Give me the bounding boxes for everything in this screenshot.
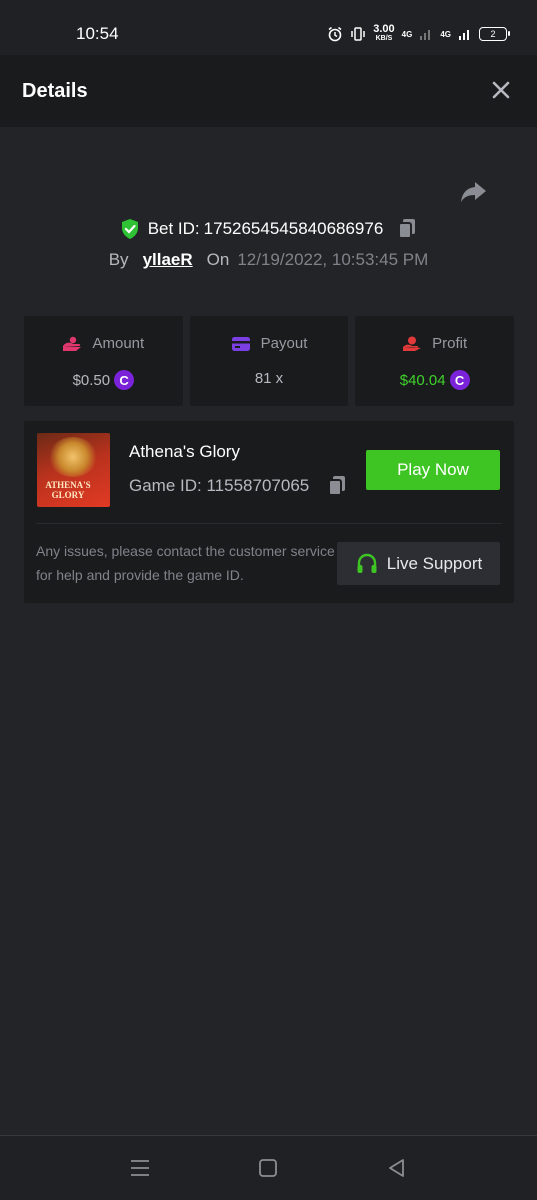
share-icon[interactable] [458, 176, 488, 206]
home-icon[interactable] [256, 1156, 280, 1180]
coins-hand-icon [63, 336, 82, 351]
system-nav-bar [0, 1135, 537, 1200]
bet-id-row: Bet ID: 1752654545840686976 [0, 216, 537, 242]
stat-profit: Profit $40.04 C [355, 316, 515, 406]
signal-strong-icon [459, 30, 469, 40]
status-time: 10:54 [76, 24, 119, 43]
money-hand-icon [403, 336, 422, 351]
game-card: ATHENA'S GLORY Athena's Glory Game ID: 1… [24, 421, 514, 603]
on-label: On [206, 250, 230, 269]
username-link[interactable]: yllaeR [143, 250, 193, 270]
profit-value: $40.04 [399, 371, 446, 389]
game-id-text: Game ID: 11558707065 [129, 476, 310, 495]
net-speed: 3.00 KB/S [373, 23, 395, 43]
game-thumbnail-logo: ATHENA'S GLORY [45, 480, 91, 500]
bet-id-label: Bet ID: [147, 219, 200, 238]
bet-stats: Amount $0.50 C Payout 81 x Profit $40.04… [24, 316, 515, 406]
vibrate-icon [351, 27, 365, 41]
details-header: Details [0, 55, 537, 127]
stat-payout: Payout 81 x [189, 316, 349, 406]
status-icons: 3.00 KB/S 4G 4G 2 [327, 22, 510, 46]
stat-amount: Amount $0.50 C [24, 316, 183, 406]
card-icon [231, 336, 250, 351]
alarm-icon [328, 26, 342, 42]
help-text: Any issues, please contact the customer … [36, 543, 335, 583]
back-icon[interactable] [385, 1156, 409, 1180]
battery-icon: 2 [479, 27, 510, 41]
verified-shield-icon [121, 219, 138, 239]
amount-value: $0.50 [72, 371, 111, 389]
game-thumbnail[interactable]: ATHENA'S GLORY [37, 433, 110, 507]
live-support-button[interactable]: Live Support [337, 542, 500, 585]
bet-date: 12/19/2022, 10:53:45 PM [237, 250, 429, 269]
network-label-2: 4G [440, 29, 451, 39]
close-icon[interactable] [489, 78, 513, 102]
play-now-button[interactable]: Play Now [366, 450, 500, 490]
bet-owner-row: By yllaeR On 12/19/2022, 10:53:45 PM [0, 248, 537, 272]
payout-value: 81 x [254, 370, 284, 387]
bet-id-value: 1752654545840686976 [203, 219, 384, 238]
divider [36, 523, 502, 524]
game-name: Athena's Glory [129, 442, 240, 461]
coin-icon: C [449, 370, 470, 390]
coin-icon: C [114, 370, 135, 390]
copy-icon[interactable] [327, 475, 347, 497]
by-label: By [108, 250, 129, 269]
page-title: Details [22, 80, 88, 102]
signal-icon [420, 30, 431, 40]
copy-icon[interactable] [397, 218, 417, 240]
status-bar: 10:54 3.00 KB/S 4G 4G 2 [0, 0, 537, 55]
menu-icon[interactable] [128, 1156, 152, 1180]
headset-icon [357, 553, 377, 573]
network-label-1: 4G [401, 29, 413, 39]
game-id-row: Game ID: 11558707065 [129, 475, 347, 497]
